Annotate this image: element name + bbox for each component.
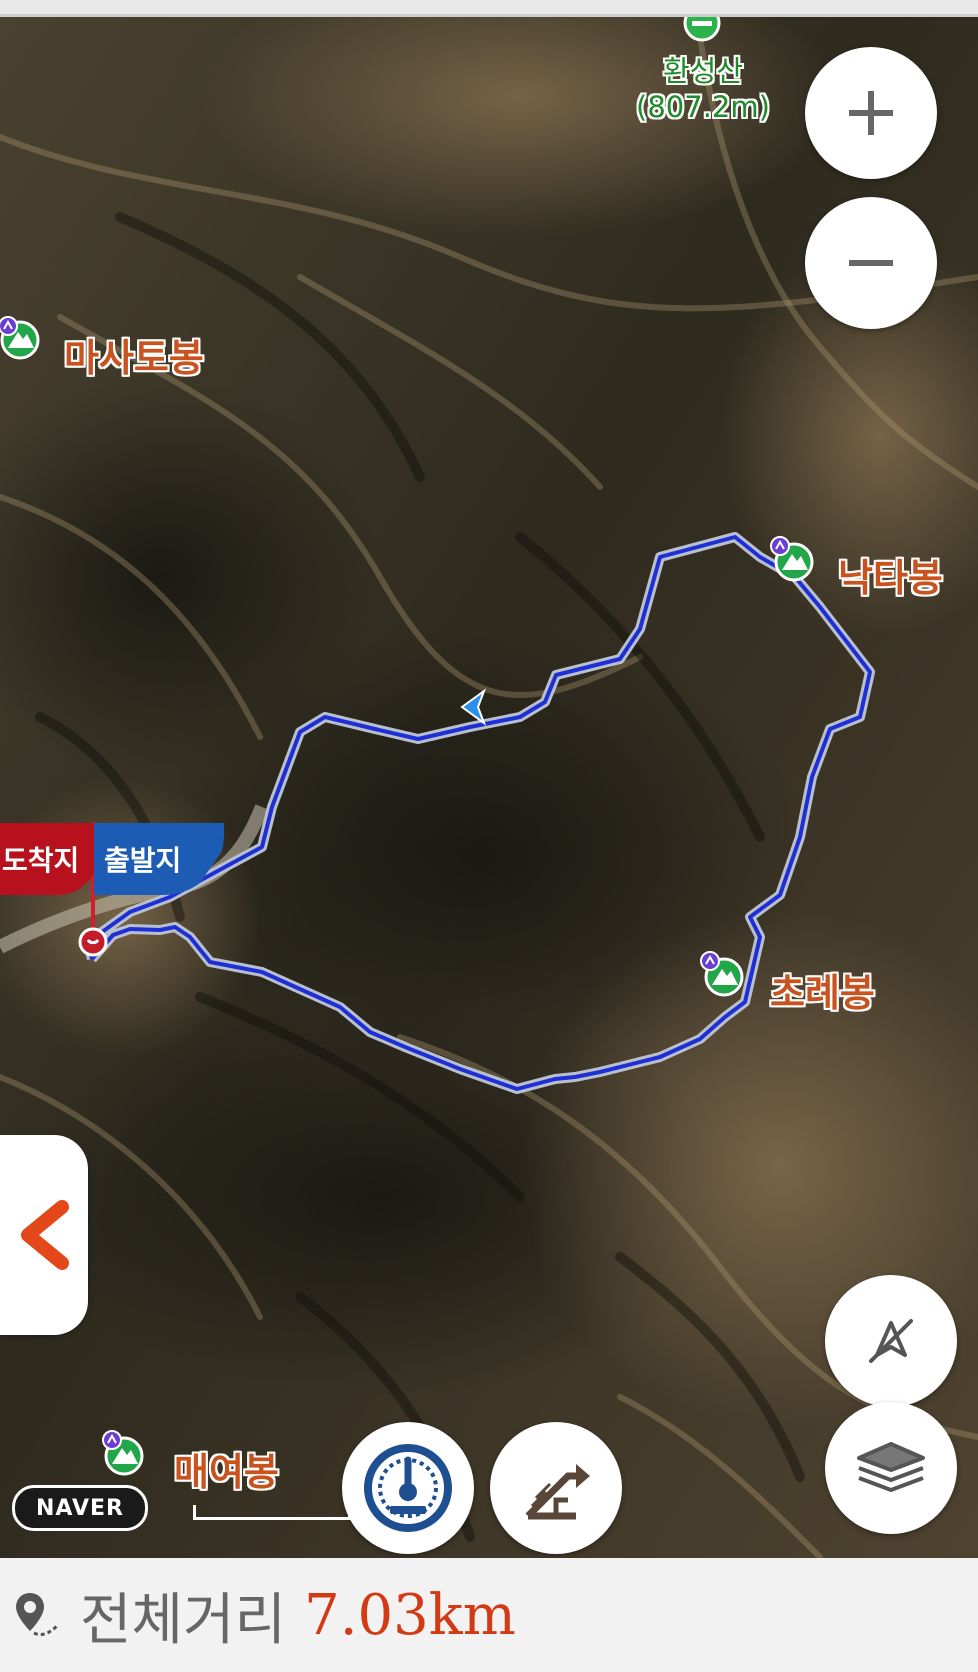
elevation-profile-button[interactable] bbox=[490, 1422, 622, 1554]
peak-marker-masatobong[interactable] bbox=[0, 314, 46, 360]
status-strip bbox=[0, 0, 978, 17]
minus-icon bbox=[849, 260, 893, 266]
arrival-flag[interactable]: 도착지 bbox=[0, 823, 98, 895]
peak-label-masatobong: 마사토봉 bbox=[64, 336, 204, 380]
chevron-left-icon bbox=[21, 1200, 69, 1270]
peak-label-naktabong: 낙타봉 bbox=[838, 556, 943, 600]
mountain-icon bbox=[102, 1430, 144, 1476]
peak-label-chorebong: 초례봉 bbox=[770, 971, 875, 1015]
summit-marker-icon[interactable] bbox=[682, 17, 722, 43]
route-distance-icon bbox=[16, 1593, 60, 1637]
summit-elevation: (807.2m) bbox=[636, 90, 770, 124]
compass-button[interactable] bbox=[825, 1275, 957, 1407]
speedometer-icon bbox=[364, 1444, 452, 1532]
speed-button[interactable] bbox=[342, 1422, 474, 1554]
peak-label-maeyeobong: 매여봉 bbox=[174, 1450, 279, 1494]
layers-button[interactable] bbox=[825, 1402, 957, 1534]
map-attribution: NAVER bbox=[12, 1485, 148, 1531]
layers-icon bbox=[857, 1442, 925, 1492]
compass-off-icon bbox=[869, 1319, 913, 1363]
total-distance-value: 7.03km bbox=[304, 1582, 516, 1648]
mountain-icon bbox=[0, 316, 40, 360]
satellite-map[interactable]: 도착지 출발지 환성산 (807.2m) 마사토봉 낙타봉 초례봉 매여봉 NA… bbox=[0, 17, 978, 1558]
zoom-out-button[interactable] bbox=[805, 197, 937, 329]
mountain-icon bbox=[700, 951, 744, 997]
plus-icon bbox=[849, 91, 893, 135]
peak-marker-chorebong[interactable] bbox=[700, 951, 746, 997]
departure-flag-label: 출발지 bbox=[104, 844, 182, 877]
summit-label: 환성산 (807.2m) bbox=[628, 53, 778, 125]
mountain-icon bbox=[770, 536, 814, 582]
peak-marker-maeyeobong[interactable] bbox=[100, 1430, 146, 1476]
map-scale-bar bbox=[193, 1505, 351, 1520]
back-button[interactable] bbox=[0, 1135, 88, 1335]
total-distance-label: 전체거리 bbox=[80, 1587, 287, 1653]
zoom-in-button[interactable] bbox=[805, 47, 937, 179]
arrival-flag-label: 도착지 bbox=[2, 844, 80, 877]
peak-marker-naktabong[interactable] bbox=[770, 536, 816, 582]
elevation-profile-icon bbox=[525, 1464, 590, 1520]
summit-name: 환성산 bbox=[662, 54, 744, 88]
route-summary-bar: 전체거리 7.03km bbox=[0, 1558, 978, 1672]
